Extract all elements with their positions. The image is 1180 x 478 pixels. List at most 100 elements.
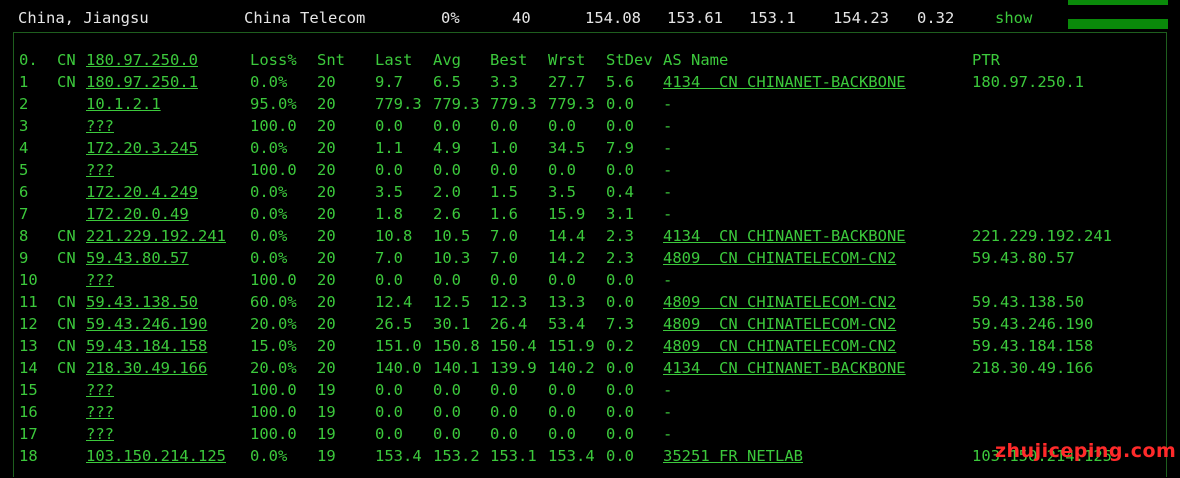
cell-snt: 20: [317, 73, 336, 91]
cell-wrst: 14.2: [548, 249, 586, 267]
cell-cc: CN: [57, 359, 76, 377]
cell-loss: 15.0%: [250, 337, 297, 355]
cell-last: 0.0: [375, 381, 403, 399]
cell-wrst: 0.0: [548, 381, 576, 399]
cell-snt: 20: [317, 161, 336, 179]
cell-snt: 19: [317, 447, 336, 465]
summary-sent: 40: [512, 9, 531, 27]
cell-best: 153.1: [490, 447, 537, 465]
cell-loss: 20.0%: [250, 315, 297, 333]
cell-best: 1.0: [490, 139, 518, 157]
cell-loss: 20.0%: [250, 359, 297, 377]
cell-wrst: 0.0: [548, 403, 576, 421]
cell-wrst: 0.0: [548, 425, 576, 443]
cell-host[interactable]: ???: [86, 269, 114, 291]
cell-snt: 20: [317, 117, 336, 135]
cell-wrst: 14.4: [548, 227, 586, 245]
cell-hop: 6: [19, 183, 29, 201]
cell-host[interactable]: 103.150.214.125: [86, 445, 226, 467]
cell-avg: 4.9: [433, 139, 461, 157]
cell-host[interactable]: 172.20.3.245: [86, 137, 198, 159]
cell-last: 10.8: [375, 227, 413, 245]
cell-last: 1.1: [375, 139, 403, 157]
cell-avg: 10.5: [433, 227, 471, 245]
cell-host[interactable]: ???: [86, 379, 114, 401]
cell-hop: 4: [19, 139, 29, 157]
cell-snt: 19: [317, 381, 336, 399]
cell-best: 1.5: [490, 183, 518, 201]
summary-row: China, Jiangsu China Telecom 0% 40 154.0…: [0, 0, 1180, 32]
cell-as[interactable]: 4809 CN CHINATELECOM-CN2: [663, 313, 896, 335]
header-last: Last: [375, 51, 413, 69]
cell-stdev: 0.0: [606, 381, 634, 399]
cell-as[interactable]: 35251 FR NETLAB: [663, 445, 803, 467]
cell-last: 140.0: [375, 359, 422, 377]
cell-avg: 153.2: [433, 447, 480, 465]
cell-hop: 15: [19, 381, 38, 399]
cell-host[interactable]: ???: [86, 401, 114, 423]
cell-last: 0.0: [375, 117, 403, 135]
cell-loss: 95.0%: [250, 95, 297, 113]
cell-as[interactable]: 4134 CN CHINANET-BACKBONE: [663, 225, 906, 247]
show-link[interactable]: show: [995, 9, 1032, 27]
cell-hop: 7: [19, 205, 29, 223]
cell-host[interactable]: ???: [86, 159, 114, 181]
cell-last: 3.5: [375, 183, 403, 201]
cell-as[interactable]: 4134 CN CHINANET-BACKBONE: [663, 357, 906, 379]
cell-last: 151.0: [375, 337, 422, 355]
cell-hop: 9: [19, 249, 29, 267]
cell-as: -: [663, 403, 673, 421]
cell-ptr: 59.43.138.50: [972, 293, 1084, 311]
header-host[interactable]: 180.97.250.0: [86, 49, 198, 71]
cell-snt: 20: [317, 359, 336, 377]
cell-stdev: 0.0: [606, 117, 634, 135]
cell-avg: 779.3: [433, 95, 480, 113]
cell-as[interactable]: 4809 CN CHINATELECOM-CN2: [663, 247, 896, 269]
cell-host[interactable]: 59.43.184.158: [86, 335, 207, 357]
cell-host[interactable]: 180.97.250.1: [86, 71, 198, 93]
cell-host[interactable]: 59.43.80.57: [86, 247, 189, 269]
cell-ptr: 59.43.80.57: [972, 249, 1075, 267]
cell-host[interactable]: ???: [86, 115, 114, 137]
cell-host[interactable]: 10.1.2.1: [86, 93, 161, 115]
cell-loss: 60.0%: [250, 293, 297, 311]
cell-host[interactable]: 218.30.49.166: [86, 357, 207, 379]
cell-wrst: 140.2: [548, 359, 595, 377]
cell-best: 150.4: [490, 337, 537, 355]
cell-as[interactable]: 4809 CN CHINATELECOM-CN2: [663, 335, 896, 357]
cell-last: 0.0: [375, 425, 403, 443]
cell-stdev: 0.0: [606, 359, 634, 377]
cell-hop: 3: [19, 117, 29, 135]
cell-stdev: 0.0: [606, 447, 634, 465]
cell-loss: 100.0: [250, 161, 297, 179]
cell-host[interactable]: 172.20.0.49: [86, 203, 189, 225]
cell-avg: 0.0: [433, 403, 461, 421]
summary-stdev: 0.32: [917, 9, 955, 27]
table-row: 5??? 100.0 20 0.0 0.0 0.0 0.0 0.0 -: [0, 159, 1180, 181]
cell-snt: 20: [317, 315, 336, 333]
cell-as[interactable]: 4134 CN CHINANET-BACKBONE: [663, 71, 906, 93]
cell-host[interactable]: ???: [86, 423, 114, 445]
cell-as: -: [663, 95, 673, 113]
cell-last: 153.4: [375, 447, 422, 465]
cell-host[interactable]: 172.20.4.249: [86, 181, 198, 203]
cell-snt: 20: [317, 227, 336, 245]
cell-as[interactable]: 4809 CN CHINATELECOM-CN2: [663, 291, 896, 313]
header-ptr: PTR: [972, 51, 1000, 69]
header-best: Best: [490, 51, 528, 69]
cell-ptr: 218.30.49.166: [972, 359, 1094, 377]
cell-best: 7.0: [490, 227, 518, 245]
table-row: 16??? 100.0 19 0.0 0.0 0.0 0.0 0.0 -: [0, 401, 1180, 423]
cell-as: -: [663, 425, 673, 443]
cell-best: 26.4: [490, 315, 528, 333]
cell-host[interactable]: 59.43.246.190: [86, 313, 207, 335]
cell-host[interactable]: 59.43.138.50: [86, 291, 198, 313]
cell-hop: 5: [19, 161, 29, 179]
cell-avg: 0.0: [433, 381, 461, 399]
cell-best: 0.0: [490, 117, 518, 135]
cell-host[interactable]: 221.229.192.241: [86, 225, 226, 247]
cell-wrst: 3.5: [548, 183, 576, 201]
cell-hop: 16: [19, 403, 38, 421]
cell-loss: 100.0: [250, 381, 297, 399]
cell-best: 779.3: [490, 95, 537, 113]
